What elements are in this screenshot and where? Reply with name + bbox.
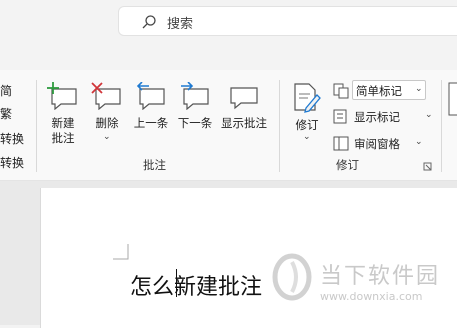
new-comment-button[interactable]: 新建 批注: [44, 80, 82, 150]
left-partial-4[interactable]: 转换: [0, 154, 24, 173]
left-partial-1[interactable]: 简: [0, 82, 24, 101]
chevron-down-icon: ⌄: [415, 137, 423, 147]
delete-comment-button[interactable]: 删除 ⌄: [88, 80, 126, 150]
document-text[interactable]: 怎么新建批注: [130, 269, 262, 301]
next-comment-button[interactable]: 下一条: [174, 80, 216, 150]
markup-select-value: 简单标记: [356, 84, 402, 98]
previous-comment-label: 上一条: [133, 116, 169, 130]
left-partial-2[interactable]: 繁: [0, 105, 24, 124]
margin-corner-mark: [113, 244, 129, 260]
tracking-group-label: 修订: [336, 158, 359, 172]
delete-comment-label: 删除: [95, 116, 119, 130]
watermark-url: www.downxia.com: [320, 290, 423, 303]
show-markup-label: 显示标记: [354, 110, 400, 124]
chevron-down-icon: ⌄: [425, 110, 433, 120]
markup-display-icon: [333, 83, 349, 99]
track-changes-icon: [294, 83, 321, 113]
text-cursor: [176, 269, 177, 297]
delete-comment-icon: [91, 82, 121, 110]
watermark-logo-icon: [272, 253, 312, 301]
ribbon-separator: [279, 80, 280, 172]
track-changes-button[interactable]: 修订 ⌄: [288, 80, 326, 150]
reviewing-pane-button[interactable]: 审阅窗格 ⌄: [333, 134, 433, 154]
chevron-down-icon: ⌄: [103, 132, 111, 142]
reviewing-pane-icon: [333, 136, 349, 151]
new-comment-label-2: 批注: [51, 131, 75, 145]
show-comments-icon: [230, 87, 258, 110]
left-partial-3[interactable]: 转换: [0, 130, 24, 149]
track-changes-label: 修订: [295, 118, 319, 132]
reviewing-pane-label: 审阅窗格: [354, 137, 400, 151]
next-comment-label: 下一条: [177, 116, 213, 130]
show-markup-button[interactable]: 显示标记 ⌄: [333, 107, 433, 127]
ribbon-separator: [36, 80, 37, 172]
watermark-name: 当下软件园: [320, 264, 441, 289]
search-placeholder: 搜索: [167, 17, 194, 32]
new-comment-icon: [47, 82, 77, 110]
comments-group-label: 批注: [143, 158, 166, 172]
chevron-down-icon: ⌄: [303, 132, 311, 142]
show-comments-button[interactable]: 显示批注: [218, 80, 270, 150]
previous-comment-button[interactable]: 上一条: [130, 80, 172, 150]
chevron-down-icon: ⌄: [415, 84, 423, 94]
new-comment-label-1: 新建: [51, 116, 75, 130]
show-comments-label: 显示批注: [221, 116, 267, 130]
ribbon-separator: [441, 80, 442, 172]
partial-command-icon[interactable]: [448, 82, 457, 116]
previous-comment-icon: [136, 82, 165, 110]
dialog-launcher-icon[interactable]: [423, 162, 432, 171]
next-comment-icon: [181, 82, 209, 110]
show-markup-icon: [333, 109, 347, 124]
search-icon: [142, 15, 156, 29]
search-box[interactable]: 搜索: [118, 6, 457, 36]
markup-select[interactable]: 简单标记 ⌄: [352, 80, 426, 100]
